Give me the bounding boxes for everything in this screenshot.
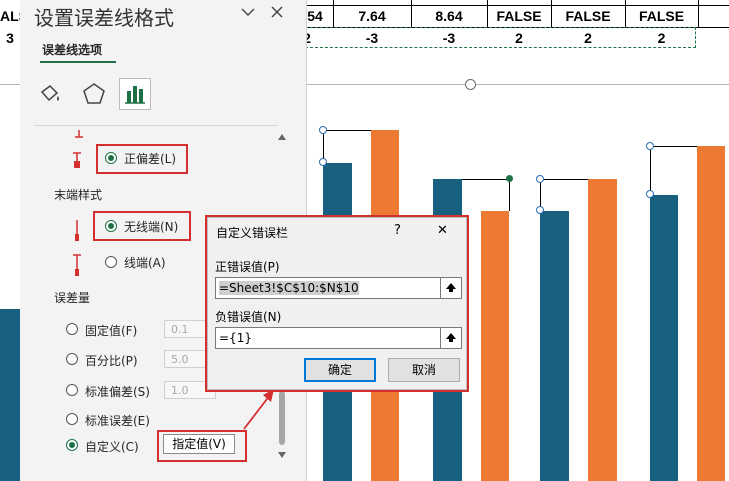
cell[interactable]: 7.64: [333, 5, 411, 27]
specify-value-button[interactable]: 指定值(V): [163, 434, 235, 454]
cap-radio[interactable]: [105, 256, 117, 268]
chevron-down-icon[interactable]: [238, 4, 258, 20]
bar-series1[interactable]: [650, 195, 678, 481]
cell[interactable]: FALSE: [487, 5, 551, 27]
error-bar[interactable]: [540, 179, 588, 180]
section-underline: [40, 61, 116, 63]
cap-label: 线端(A): [124, 256, 166, 270]
bar-series2[interactable]: [481, 211, 509, 481]
selection-handle[interactable]: [536, 206, 544, 214]
std-deviation-radio[interactable]: [66, 384, 78, 396]
plus-deviation-radio[interactable]: [105, 152, 117, 164]
std-error-radio[interactable]: [66, 413, 78, 425]
no-cap-label: 无线端(N): [124, 220, 179, 234]
chart-resize-handle[interactable]: [465, 79, 476, 90]
cell[interactable]: -3: [411, 27, 487, 49]
bar-series1[interactable]: [0, 309, 20, 481]
plus-deviation-icon: [70, 150, 84, 170]
cell[interactable]: 2: [625, 27, 698, 49]
cell[interactable]: 2: [487, 27, 551, 49]
close-icon[interactable]: ✕: [437, 223, 448, 238]
positive-error-label: 正错误值(P): [215, 260, 280, 274]
error-amount-label: 误差量: [54, 291, 91, 305]
positive-error-value: =Sheet3!$C$10:$N$10: [219, 281, 359, 295]
negative-error-label: 负错误值(N): [215, 310, 282, 324]
bar-chart-icon[interactable]: [119, 78, 151, 110]
std-deviation-label: 标准偏差(S): [85, 385, 150, 399]
percentage-label: 百分比(P): [85, 354, 138, 368]
selection-handle[interactable]: [646, 190, 654, 198]
selection-handle[interactable]: [646, 142, 654, 150]
selection-handle[interactable]: [319, 158, 327, 166]
collapse-dialog-icon[interactable]: [440, 327, 462, 349]
error-bar[interactable]: [462, 179, 510, 180]
cell[interactable]: FALSE: [551, 5, 625, 27]
custom-radio[interactable]: [66, 439, 78, 451]
positive-error-input[interactable]: =Sheet3!$C$10:$N$10: [215, 277, 443, 299]
selection-handle[interactable]: [506, 175, 513, 182]
close-icon[interactable]: [268, 3, 286, 21]
fill-icon[interactable]: [36, 80, 64, 108]
negative-error-input[interactable]: ={1}: [215, 327, 443, 349]
error-bar[interactable]: [509, 179, 510, 211]
dialog-title: 自定义错误栏: [216, 226, 289, 240]
help-icon[interactable]: ?: [394, 223, 401, 238]
collapse-dialog-icon[interactable]: [440, 277, 462, 299]
end-style-label: 末端样式: [54, 188, 103, 202]
grid-line: [698, 0, 699, 27]
custom-label: 自定义(C): [85, 440, 139, 454]
cap-icon: [70, 253, 84, 277]
percentage-radio[interactable]: [66, 353, 78, 365]
pane-title: 设置误差线格式: [34, 6, 174, 30]
error-bar[interactable]: [650, 146, 651, 195]
plus-deviation-label: 正偏差(L): [124, 152, 177, 166]
bar-series2[interactable]: [697, 146, 725, 481]
ok-button[interactable]: 确定: [304, 358, 376, 382]
direction-icon: [72, 126, 86, 138]
negative-error-value: ={1}: [219, 331, 252, 345]
no-cap-icon: [70, 218, 84, 242]
error-bar[interactable]: [323, 130, 371, 131]
divider: [34, 125, 278, 126]
no-cap-radio[interactable]: [105, 220, 117, 232]
cell[interactable]: 3: [0, 27, 20, 49]
section-label: 误差线选项: [42, 43, 103, 57]
custom-error-bars-dialog: 自定义错误栏 ? ✕ 正错误值(P) =Sheet3!$C$10:$N$10 负…: [207, 217, 467, 390]
cancel-button[interactable]: 取消: [388, 358, 460, 382]
fixed-value-radio[interactable]: [66, 323, 78, 335]
bar-series2[interactable]: [588, 179, 617, 481]
red-arrow-icon: [243, 389, 274, 430]
bar-series1[interactable]: [540, 211, 569, 481]
cell[interactable]: FALSE: [625, 5, 698, 27]
selection-handle[interactable]: [536, 175, 544, 183]
fixed-value-label: 固定值(F): [85, 324, 138, 338]
scrollbar-thumb[interactable]: [279, 391, 285, 445]
pentagon-icon[interactable]: [80, 80, 108, 108]
cell[interactable]: 2: [551, 27, 625, 49]
selection-handle[interactable]: [319, 126, 327, 134]
cell[interactable]: -3: [333, 27, 411, 49]
error-bar[interactable]: [650, 146, 697, 147]
cell[interactable]: 8.64: [411, 5, 487, 27]
std-error-label: 标准误差(E): [85, 414, 150, 428]
